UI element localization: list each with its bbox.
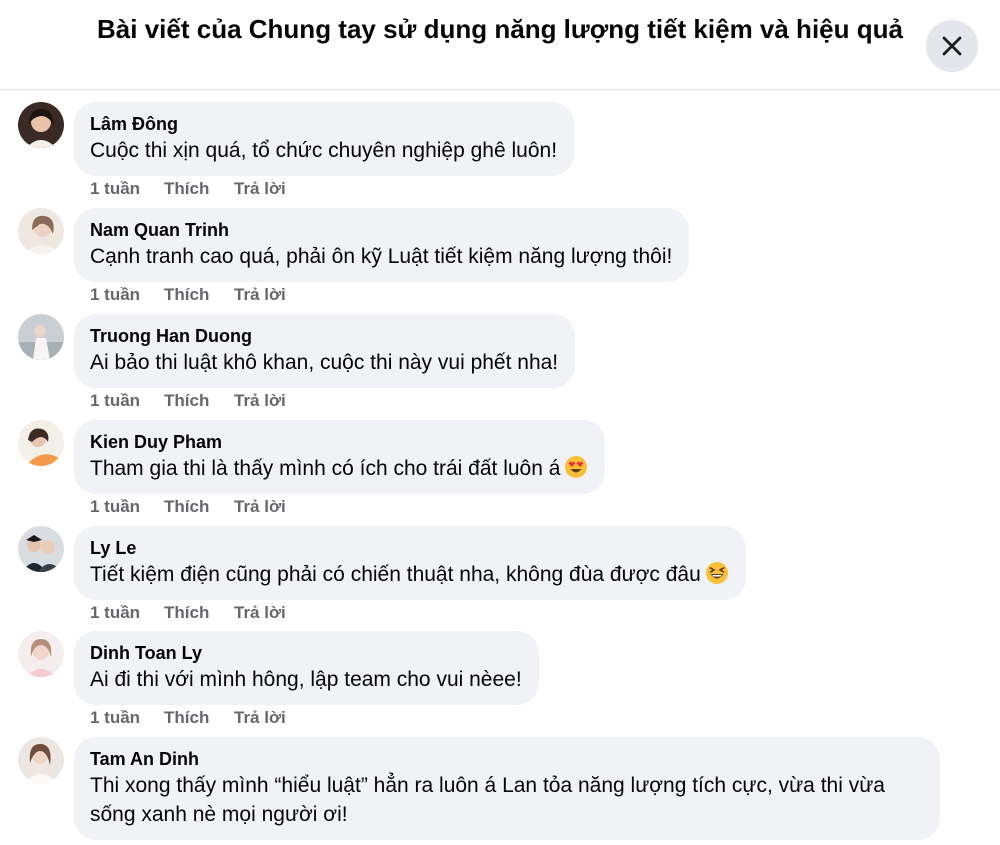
avatar[interactable] bbox=[18, 314, 64, 360]
comment-text: Cạnh tranh cao quá, phải ôn kỹ Luật tiết… bbox=[90, 245, 673, 268]
comment-text: Ai bảo thi luật khô khan, cuộc thi này v… bbox=[90, 351, 559, 374]
avatar[interactable] bbox=[18, 102, 64, 148]
comment-author[interactable]: Lâm Đông bbox=[90, 112, 557, 136]
like-button[interactable]: Thích bbox=[164, 285, 234, 305]
comment-time[interactable]: 1 tuần bbox=[90, 497, 164, 517]
comment-author[interactable]: Ly Le bbox=[90, 536, 729, 560]
reply-button[interactable]: Trả lời bbox=[234, 391, 286, 411]
avatar[interactable] bbox=[18, 420, 64, 466]
comment-text: Cuộc thi xịn quá, tổ chức chuyên nghiệp … bbox=[90, 139, 558, 162]
comment-time[interactable]: 1 tuần bbox=[90, 603, 164, 623]
comment-actions: 1 tuần Thích Trả lời bbox=[90, 603, 286, 623]
close-button[interactable] bbox=[926, 20, 978, 72]
comment-bubble: Truong Han Duong Ai bảo thi luật khô kha… bbox=[74, 314, 576, 388]
like-button[interactable]: Thích bbox=[164, 497, 234, 517]
comment-time[interactable]: 1 tuần bbox=[90, 285, 164, 305]
comment-bubble: Nam Quan Trinh Cạnh tranh cao quá, phải … bbox=[74, 208, 690, 282]
comment-author[interactable]: Dinh Toan Ly bbox=[90, 641, 522, 665]
avatar[interactable] bbox=[18, 631, 64, 677]
avatar[interactable] bbox=[18, 737, 64, 783]
comment-text: Thi xong thấy mình “hiểu luật” hẳn ra lu… bbox=[90, 774, 885, 826]
dialog-header: Bài viết của Chung tay sử dụng năng lượn… bbox=[0, 0, 1000, 90]
reply-button[interactable]: Trả lời bbox=[234, 179, 286, 199]
comment-time[interactable]: 1 tuần bbox=[90, 179, 164, 199]
comment-actions: 1 tuần Thích Trả lời bbox=[90, 179, 286, 199]
avatar[interactable] bbox=[18, 526, 64, 572]
like-button[interactable]: Thích bbox=[164, 708, 234, 728]
comment-actions: 1 tuần Thích Trả lời bbox=[90, 391, 286, 411]
comment-actions: 1 tuần Thích Trả lời bbox=[90, 708, 286, 728]
grinning-squint-emoji-icon bbox=[705, 562, 728, 584]
comment-author[interactable]: Tam An Dinh bbox=[90, 747, 923, 771]
reply-button[interactable]: Trả lời bbox=[234, 285, 286, 305]
like-button[interactable]: Thích bbox=[164, 179, 234, 199]
comment-author[interactable]: Kien Duy Pham bbox=[90, 430, 588, 454]
comment-bubble: Dinh Toan Ly Ai đi thi với mình hông, lậ… bbox=[74, 631, 539, 705]
heart-eyes-emoji-icon bbox=[565, 456, 588, 478]
close-icon bbox=[942, 36, 962, 56]
like-button[interactable]: Thích bbox=[164, 603, 234, 623]
comment-author[interactable]: Nam Quan Trinh bbox=[90, 218, 672, 242]
comment-time[interactable]: 1 tuần bbox=[90, 391, 164, 411]
comment-actions: 1 tuần Thích Trả lời bbox=[90, 497, 286, 517]
reply-button[interactable]: Trả lời bbox=[234, 603, 286, 623]
comment-bubble: Tam An Dinh Thi xong thấy mình “hiểu luậ… bbox=[74, 737, 940, 840]
comments-list: Lâm Đông Cuộc thi xịn quá, tổ chức chuyê… bbox=[0, 90, 1000, 845]
comment-time[interactable]: 1 tuần bbox=[90, 708, 164, 728]
comment-text: Tiết kiệm điện cũng phải có chiến thuật … bbox=[90, 560, 729, 589]
comment-text: Tham gia thi là thấy mình có ích cho trá… bbox=[90, 454, 588, 483]
dialog-title: Bài viết của Chung tay sử dụng năng lượn… bbox=[97, 14, 903, 44]
reply-button[interactable]: Trả lời bbox=[234, 497, 286, 517]
reply-button[interactable]: Trả lời bbox=[234, 708, 286, 728]
comment-author[interactable]: Truong Han Duong bbox=[90, 324, 558, 348]
like-button[interactable]: Thích bbox=[164, 391, 234, 411]
comment-bubble: Ly Le Tiết kiệm điện cũng phải có chiến … bbox=[74, 526, 746, 600]
avatar[interactable] bbox=[18, 208, 64, 254]
comment-bubble: Kien Duy Pham Tham gia thi là thấy mình … bbox=[74, 420, 606, 494]
comment-text: Ai đi thi với mình hông, lập team cho vu… bbox=[90, 668, 522, 691]
comment-actions: 1 tuần Thích Trả lời bbox=[90, 285, 286, 305]
comment-bubble: Lâm Đông Cuộc thi xịn quá, tổ chức chuyê… bbox=[74, 102, 575, 176]
